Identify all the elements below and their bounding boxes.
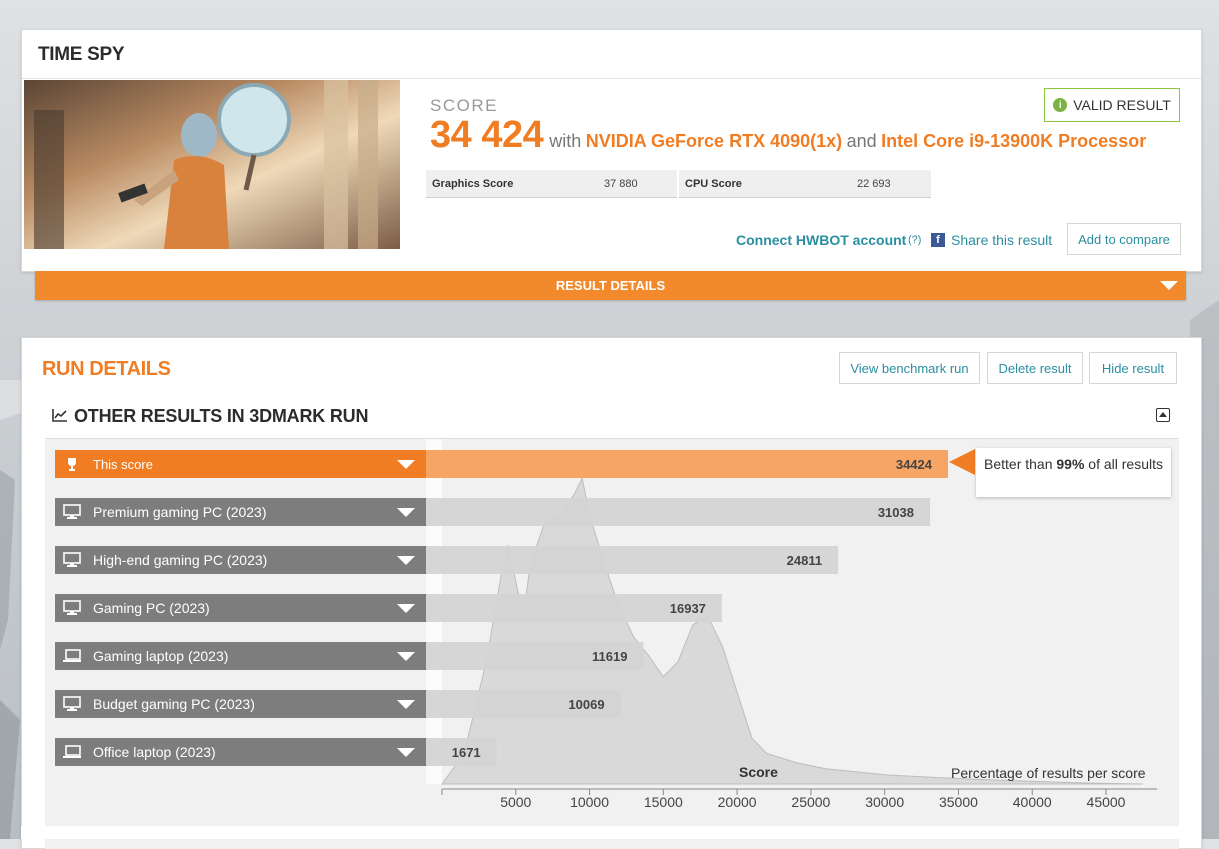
row-label-text: Office laptop (2023) (93, 744, 216, 760)
graphics-score-label: Graphics Score (432, 178, 514, 190)
score-bar-value: 31038 (878, 505, 914, 520)
row-label-text: Budget gaming PC (2023) (93, 696, 255, 712)
x-tick-label: 35000 (938, 794, 978, 810)
valid-result-badge: i VALID RESULT (1044, 88, 1180, 122)
better-than-prefix: Better than (984, 456, 1057, 472)
reference-system-row[interactable]: Office laptop (2023) (55, 738, 426, 766)
collapse-icon[interactable] (1156, 408, 1170, 422)
x-tick-label: 45000 (1086, 794, 1126, 810)
x-tick-label: 25000 (791, 794, 831, 810)
better-than-tooltip: Better than 99% of all results (976, 448, 1171, 497)
desktop-icon (63, 552, 81, 568)
score-bar (426, 498, 930, 526)
add-to-compare-button[interactable]: Add to compare (1067, 223, 1181, 255)
chevron-down-icon[interactable] (397, 699, 415, 709)
score-bar-value: 11619 (592, 649, 627, 664)
x-tick-label: 15000 (643, 794, 683, 810)
view-benchmark-run-button[interactable]: View benchmark run (839, 352, 980, 384)
result-details-label: RESULT DETAILS (555, 278, 666, 293)
score-with-text: with (549, 131, 582, 151)
score-bar-value: 1671 (452, 745, 481, 760)
better-than-percent: 99% (1056, 456, 1085, 472)
cpu-score-label: CPU Score (685, 178, 742, 190)
row-label-text: Gaming laptop (2023) (93, 648, 229, 664)
chevron-down-icon[interactable] (397, 747, 415, 757)
chevron-down-icon[interactable] (397, 651, 415, 661)
share-result-link[interactable]: Share this result (951, 232, 1052, 248)
score-value: 34 424 (430, 114, 544, 156)
score-line: 34 424 with NVIDIA GeForce RTX 4090(1x) a… (430, 114, 1146, 157)
laptop-icon (63, 649, 81, 663)
x-axis-title: Score (739, 764, 778, 780)
x-tick-label: 40000 (1012, 794, 1052, 810)
chevron-down-icon[interactable] (397, 603, 415, 613)
reference-system-row[interactable]: Gaming PC (2023) (55, 594, 426, 622)
run-details-title: RUN DETAILS (42, 358, 171, 380)
desktop-icon (63, 600, 81, 616)
chevron-down-icon[interactable] (397, 555, 415, 565)
score-and-text: and (846, 131, 877, 151)
better-than-suffix: of all results (1084, 456, 1164, 472)
x-tick-label: 20000 (717, 794, 757, 810)
info-circle-icon: i (1053, 98, 1068, 112)
hide-result-button[interactable]: Hide result (1089, 352, 1177, 384)
desktop-icon (63, 504, 81, 520)
connect-hwbot-link[interactable]: Connect HWBOT account (736, 232, 906, 248)
x-tick-label: 5000 (500, 794, 532, 810)
score-bar-value: 24811 (787, 553, 822, 568)
line-chart-icon (52, 409, 67, 422)
score-comparison-chart: 34424 31038 24811 16937 11619 10069 1671 This … (45, 438, 1179, 849)
result-details-toggle[interactable]: RESULT DETAILS (35, 271, 1186, 300)
score-bar (426, 546, 839, 574)
row-label-text: Premium gaming PC (2023) (93, 504, 267, 520)
graphics-score-cell: Graphics Score 37 880 (426, 170, 677, 198)
trophy-icon (63, 457, 81, 471)
cpu-score-cell: CPU Score 22 693 (679, 170, 931, 198)
score-bar-value: 34424 (896, 457, 933, 472)
x-tick-label: 30000 (865, 794, 905, 810)
facebook-icon[interactable]: f (931, 233, 945, 247)
x-tick-label: 10000 (570, 794, 610, 810)
row-label-text: Gaming PC (2023) (93, 600, 210, 616)
run-details-card: RUN DETAILS View benchmark run Delete re… (21, 337, 1202, 849)
hwbot-help-link[interactable]: (?) (908, 234, 921, 246)
other-results-title: OTHER RESULTS IN 3DMARK RUN (74, 406, 369, 426)
result-summary-card: TIME SPY SCORE 34 424 with NVIDIA GeForc… (21, 29, 1202, 272)
reference-system-row[interactable]: High-end gaming PC (2023) (55, 546, 426, 574)
row-label-text: High-end gaming PC (2023) (93, 552, 268, 568)
delete-result-button[interactable]: Delete result (987, 352, 1083, 384)
desktop-icon (63, 696, 81, 712)
valid-result-label: VALID RESULT (1073, 97, 1171, 113)
chevron-down-icon (1160, 281, 1178, 290)
score-bar-value: 16937 (670, 601, 706, 616)
header-divider (22, 78, 1201, 79)
chevron-down-icon[interactable] (397, 507, 415, 517)
better-than-pointer (949, 449, 975, 475)
benchmark-hero-image (24, 80, 400, 249)
laptop-icon (63, 745, 81, 759)
reference-system-row[interactable]: Premium gaming PC (2023) (55, 498, 426, 526)
cpu-score-value: 22 693 (857, 178, 891, 190)
benchmark-title: TIME SPY (38, 44, 125, 65)
score-bar-value: 10069 (568, 697, 604, 712)
score-label: SCORE (430, 96, 498, 115)
distribution-axis-label: Percentage of results per score (951, 765, 1146, 781)
cpu-name[interactable]: Intel Core i9-13900K Processor (881, 131, 1146, 151)
reference-system-row[interactable]: Budget gaming PC (2023) (55, 690, 426, 718)
this-score-row[interactable]: This score (55, 450, 426, 478)
graphics-score-value: 37 880 (604, 178, 638, 190)
score-bar (426, 450, 948, 478)
row-label-text: This score (93, 456, 153, 472)
next-card-edge (21, 826, 1200, 839)
reference-system-row[interactable]: Gaming laptop (2023) (55, 642, 426, 670)
chevron-down-icon[interactable] (397, 459, 415, 469)
gpu-name[interactable]: NVIDIA GeForce RTX 4090(1x) (586, 131, 842, 151)
